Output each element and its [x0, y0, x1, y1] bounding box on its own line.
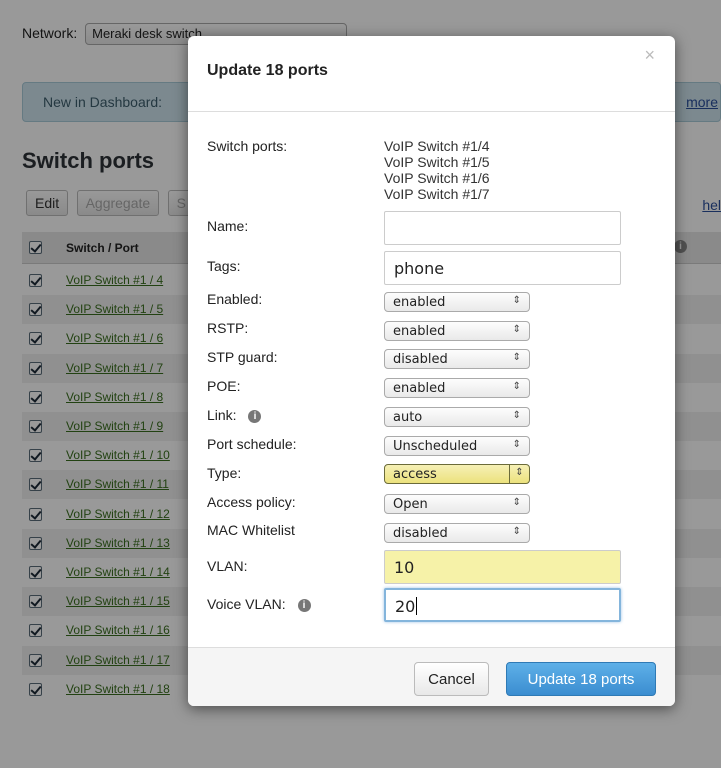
info-icon[interactable]: i [297, 599, 311, 612]
port-schedule-select-value: Unscheduled [393, 439, 478, 454]
cancel-button[interactable]: Cancel [414, 662, 489, 696]
access-policy-select-value: Open [393, 497, 428, 512]
voice-vlan-label-text: Voice VLAN: [207, 596, 286, 612]
close-icon[interactable]: × [644, 45, 655, 66]
voice-vlan-label: Voice VLAN: i [207, 596, 311, 612]
mac-whitelist-label: MAC Whitelist [207, 522, 295, 538]
select-arrows-icon: ⇕ [512, 381, 521, 392]
stp-guard-select[interactable]: disabled ⇕ [384, 349, 530, 369]
rstp-select[interactable]: enabled ⇕ [384, 321, 530, 341]
switch-ports-label: Switch ports: [207, 138, 288, 154]
poe-label: POE: [207, 378, 241, 394]
link-select-value: auto [393, 410, 423, 425]
enabled-label: Enabled: [207, 291, 263, 307]
dialog-footer: Cancel Update 18 ports [188, 647, 675, 706]
list-item: VoIP Switch #1/6 [384, 170, 490, 186]
stp-guard-select-value: disabled [393, 352, 448, 367]
enabled-select[interactable]: enabled ⇕ [384, 292, 530, 312]
tags-label: Tags: [207, 258, 241, 274]
select-arrows-icon: ⇕ [512, 526, 521, 537]
name-input[interactable] [384, 211, 621, 245]
name-label: Name: [207, 218, 249, 234]
rstp-label: RSTP: [207, 320, 249, 336]
select-arrows-icon: ⇕ [512, 324, 521, 335]
update-ports-dialog: Update 18 ports × Switch ports: VoIP Swi… [188, 36, 675, 706]
list-item: VoIP Switch #1/4 [384, 138, 490, 154]
type-select[interactable]: access ⇕ [384, 464, 530, 484]
list-item: VoIP Switch #1/5 [384, 154, 490, 170]
switch-ports-list[interactable]: VoIP Switch #1/4 VoIP Switch #1/5 VoIP S… [384, 138, 544, 202]
type-label: Type: [207, 465, 242, 481]
type-select-value: access [393, 467, 437, 482]
info-icon[interactable]: i [248, 410, 262, 423]
stp-guard-label: STP guard: [207, 349, 278, 365]
text-caret [416, 597, 418, 615]
list-item: VoIP Switch #1/7 [384, 186, 490, 202]
select-arrows-icon: ⇕ [512, 410, 521, 421]
link-label-text: Link: [207, 407, 237, 423]
select-arrows-icon: ⇕ [509, 465, 529, 483]
select-arrows-icon: ⇕ [512, 295, 521, 306]
voice-vlan-input[interactable]: 20 [384, 588, 621, 622]
access-policy-select[interactable]: Open ⇕ [384, 494, 530, 514]
select-arrows-icon: ⇕ [512, 439, 521, 450]
vlan-label: VLAN: [207, 558, 248, 574]
link-label: Link: i [207, 407, 262, 423]
tags-input[interactable]: phone [384, 251, 621, 285]
link-select[interactable]: auto ⇕ [384, 407, 530, 427]
poe-select-value: enabled [393, 381, 446, 396]
voice-vlan-value: 20 [395, 597, 416, 616]
access-policy-label: Access policy: [207, 494, 296, 510]
poe-select[interactable]: enabled ⇕ [384, 378, 530, 398]
header-divider [188, 111, 675, 112]
enabled-select-value: enabled [393, 295, 446, 310]
mac-whitelist-select[interactable]: disabled ⇕ [384, 523, 530, 543]
port-schedule-select[interactable]: Unscheduled ⇕ [384, 436, 530, 456]
update-ports-button[interactable]: Update 18 ports [506, 662, 656, 696]
select-arrows-icon: ⇕ [512, 497, 521, 508]
dialog-title: Update 18 ports [207, 62, 328, 79]
vlan-input[interactable]: 10 [384, 550, 621, 584]
mac-whitelist-select-value: disabled [393, 526, 448, 541]
rstp-select-value: enabled [393, 324, 446, 339]
port-schedule-label: Port schedule: [207, 436, 297, 452]
select-arrows-icon: ⇕ [512, 352, 521, 363]
